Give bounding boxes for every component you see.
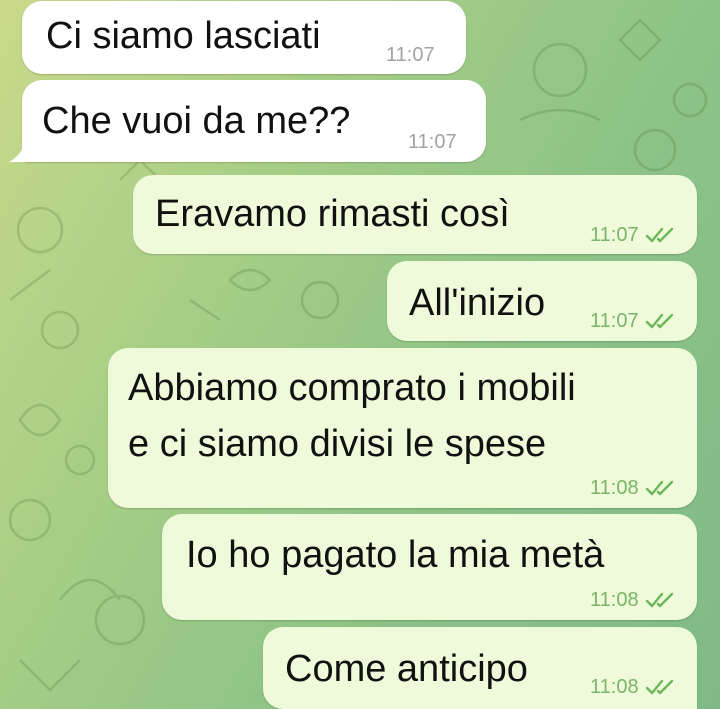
message-text: Ci siamo lasciati [46, 15, 321, 57]
outgoing-message-bubble[interactable]: Abbiamo comprato i mobili e ci siamo div… [108, 348, 697, 508]
message-text: Che vuoi da me?? [42, 100, 351, 142]
message-meta: 11:07 [590, 225, 679, 245]
message-time: 11:08 [590, 676, 639, 698]
message-text-line: Abbiamo comprato i mobili [128, 367, 576, 409]
bubble-tail [9, 140, 35, 162]
message-text-line: e ci siamo divisi le spese [128, 423, 547, 465]
double-check-icon [645, 313, 673, 329]
message-time: 11:08 [590, 589, 639, 611]
message-meta: 11:07 [590, 311, 679, 331]
message-time: 11:07 [386, 44, 435, 66]
double-check-icon [645, 592, 673, 608]
outgoing-message-bubble[interactable]: Io ho pagato la mia metà 11:08 [162, 514, 697, 620]
message-meta: 11:08 [590, 478, 679, 498]
message-meta: 11:08 [590, 590, 679, 610]
message-time: 11:07 [408, 131, 457, 153]
double-check-icon [645, 227, 673, 243]
incoming-message-bubble[interactable]: Ci siamo lasciati 11:07 [22, 1, 466, 74]
message-text: All'inizio [409, 282, 546, 324]
message-meta: 11:07 [408, 132, 457, 152]
message-meta: 11:07 [386, 45, 435, 65]
double-check-icon [645, 679, 673, 695]
message-text: Io ho pagato la mia metà [186, 534, 605, 576]
message-time: 11:07 [590, 310, 639, 332]
message-time: 11:08 [590, 477, 639, 499]
message-text: Eravamo rimasti così [155, 193, 510, 235]
message-text: Come anticipo [285, 648, 528, 690]
double-check-icon [645, 480, 673, 496]
message-time: 11:07 [590, 224, 639, 246]
message-meta: 11:08 [590, 677, 679, 697]
outgoing-message-bubble[interactable]: Come anticipo 11:08 [263, 627, 697, 709]
incoming-message-bubble[interactable]: Che vuoi da me?? 11:07 [9, 80, 486, 162]
outgoing-message-bubble[interactable]: All'inizio 11:07 [387, 261, 697, 341]
outgoing-message-bubble[interactable]: Eravamo rimasti così 11:07 [133, 175, 697, 254]
